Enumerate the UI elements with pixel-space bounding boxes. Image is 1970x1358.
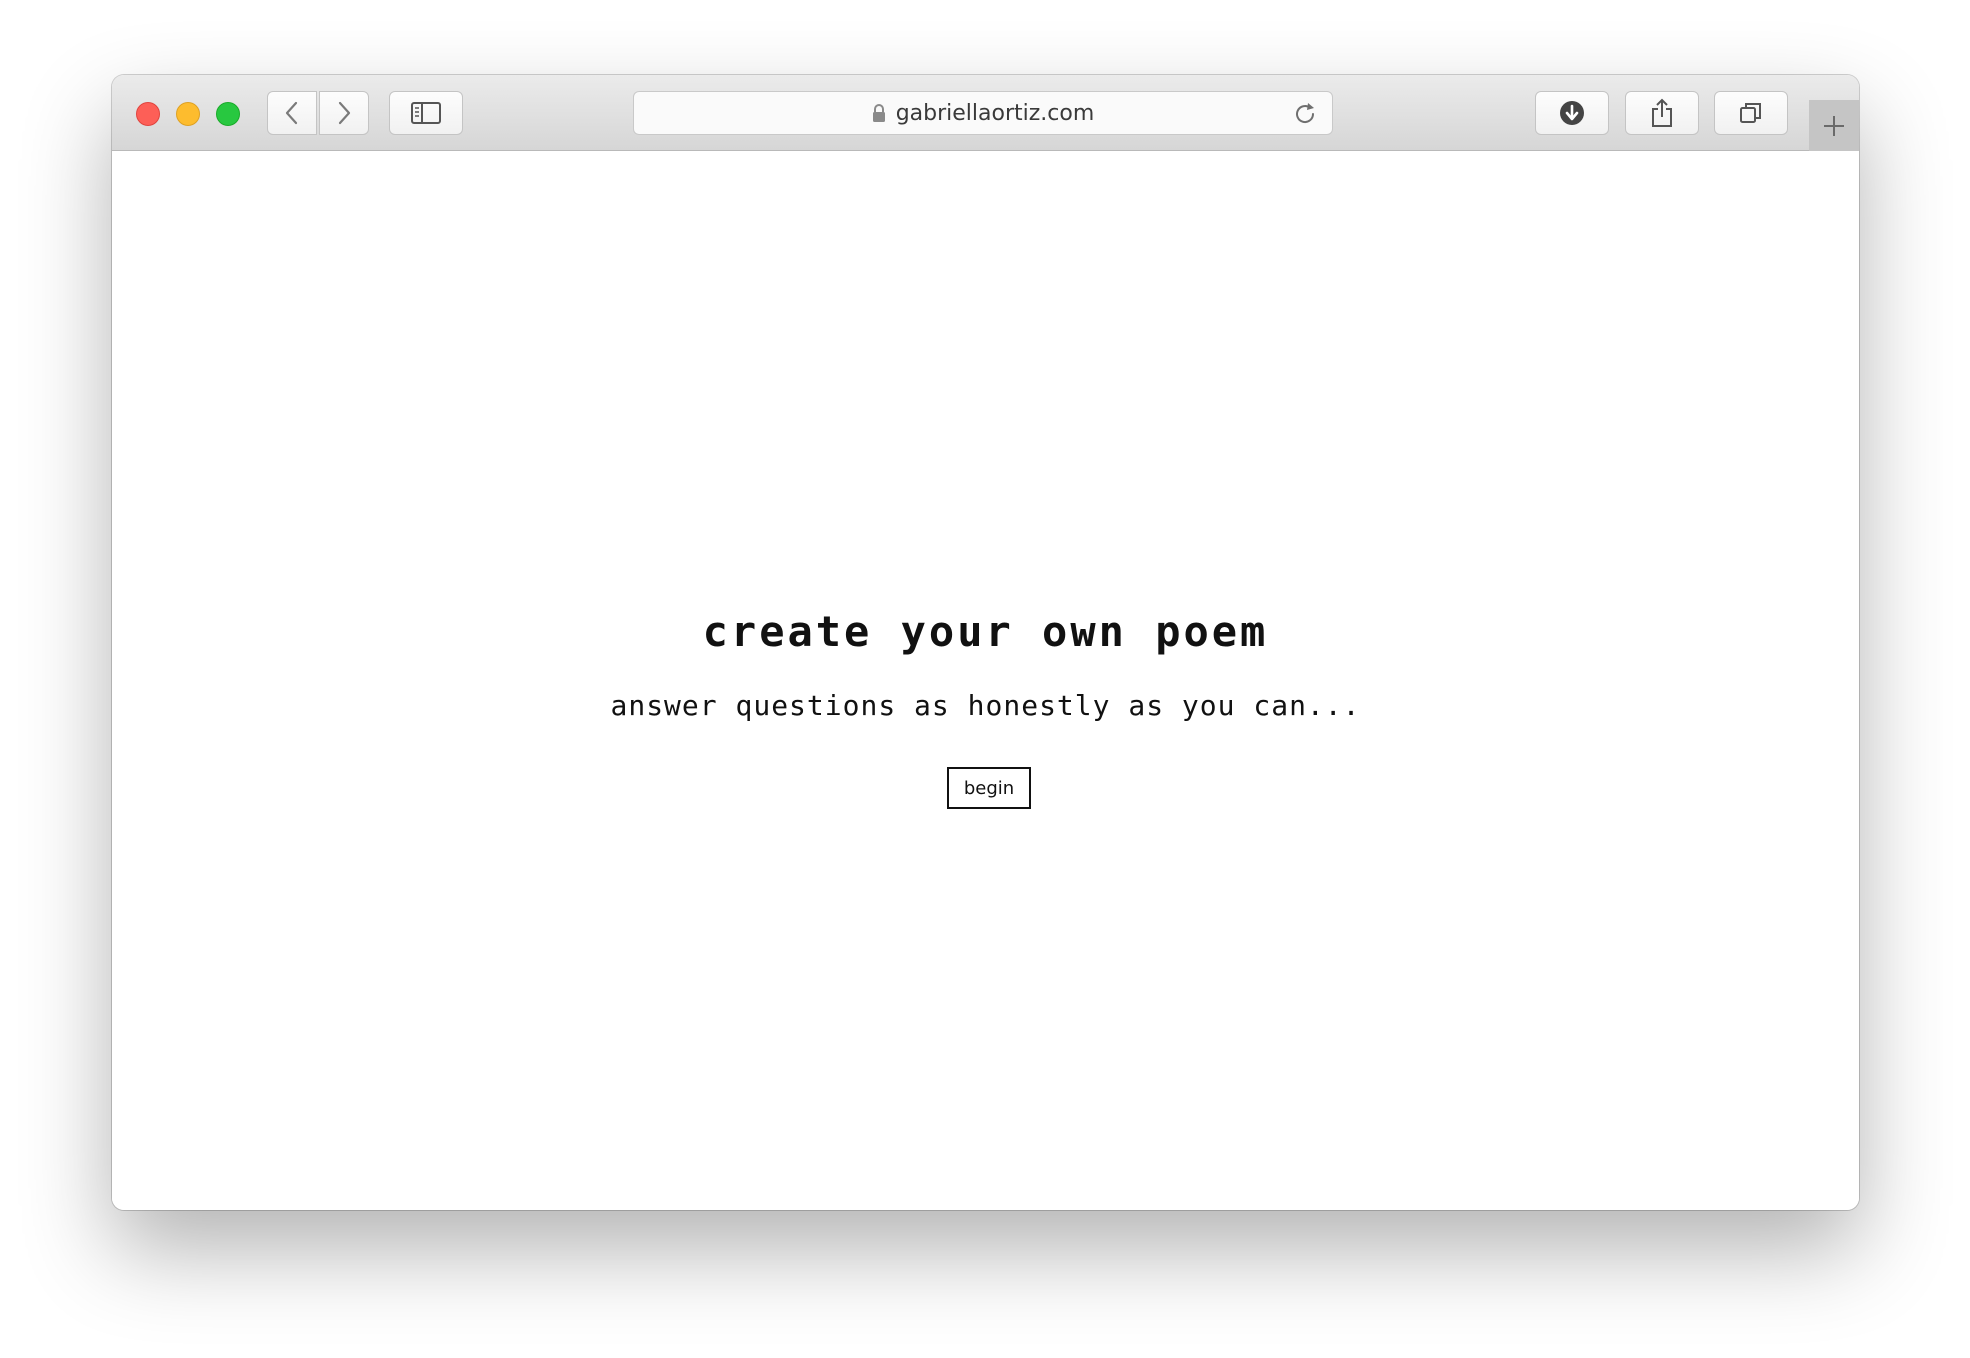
- show-tabs-button[interactable]: [1714, 91, 1788, 135]
- page-subtitle: answer questions as honestly as you can.…: [610, 689, 1361, 722]
- share-button[interactable]: [1625, 91, 1699, 135]
- tabs-icon: [1740, 103, 1761, 123]
- sidebar-button[interactable]: [389, 91, 463, 135]
- back-button[interactable]: [267, 91, 317, 135]
- downloads-button[interactable]: [1535, 91, 1609, 135]
- download-icon: [1560, 101, 1584, 125]
- lock-icon: [872, 104, 886, 122]
- new-tab-button[interactable]: [1809, 100, 1859, 151]
- web-page: create your own poem answer questions as…: [112, 151, 1859, 1210]
- maximize-window-button[interactable]: [216, 102, 240, 126]
- chevron-right-icon: [338, 101, 351, 125]
- reload-icon[interactable]: [1292, 101, 1318, 127]
- chevron-left-icon: [285, 101, 298, 125]
- address-bar[interactable]: gabriellaortiz.com: [633, 91, 1333, 135]
- forward-button[interactable]: [319, 91, 369, 135]
- browser-toolbar: gabriellaortiz.com: [112, 75, 1859, 151]
- close-window-button[interactable]: [136, 102, 160, 126]
- address-url: gabriellaortiz.com: [895, 100, 1095, 126]
- browser-window: gabriellaortiz.com create your own poem …: [112, 75, 1859, 1210]
- plus-icon: [1824, 115, 1844, 136]
- sidebar-icon: [411, 102, 441, 124]
- share-icon: [1652, 98, 1672, 127]
- begin-button[interactable]: begin: [947, 767, 1031, 809]
- minimize-window-button[interactable]: [176, 102, 200, 126]
- page-title: create your own poem: [702, 607, 1269, 656]
